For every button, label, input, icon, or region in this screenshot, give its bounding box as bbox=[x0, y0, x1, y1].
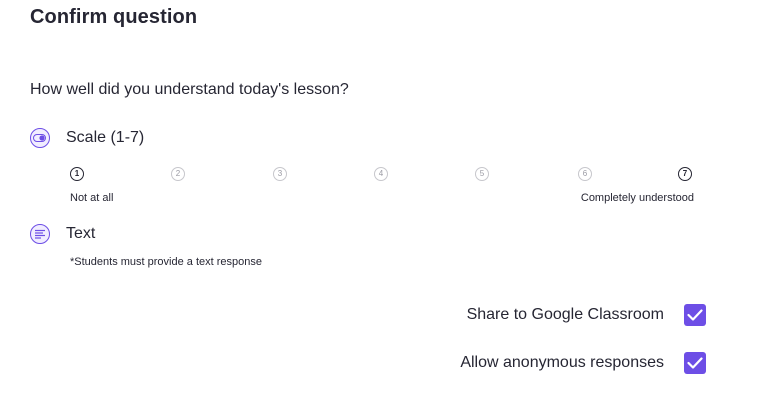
scale-label: Scale (1-7) bbox=[66, 129, 145, 146]
allow-anonymous-checkbox[interactable] bbox=[684, 352, 706, 374]
allow-anonymous-option: Allow anonymous responses bbox=[460, 352, 706, 374]
checkmark-icon bbox=[687, 309, 703, 321]
scale-point-2: 2 bbox=[171, 167, 185, 181]
share-google-classroom-option: Share to Google Classroom bbox=[467, 304, 706, 326]
scale-high-label: Completely understood bbox=[580, 192, 694, 204]
page-title: Confirm question bbox=[30, 6, 198, 28]
question-text: How well did you understand today's less… bbox=[30, 81, 349, 98]
checkmark-icon bbox=[687, 357, 703, 369]
scale-point-5: 5 bbox=[475, 167, 489, 181]
text-lines-icon bbox=[30, 224, 50, 244]
scale-point-6: 6 bbox=[578, 167, 592, 181]
scale-preview: 1 2 3 4 5 6 7 Not at all Completely unde… bbox=[70, 167, 694, 207]
scale-toggle-icon bbox=[30, 128, 50, 148]
scale-point-1: 1 bbox=[70, 167, 84, 181]
text-label: Text bbox=[66, 225, 96, 242]
allow-anonymous-label: Allow anonymous responses bbox=[460, 354, 664, 371]
scale-response-type: Scale (1-7) bbox=[30, 128, 144, 148]
scale-point-3: 3 bbox=[273, 167, 287, 181]
scale-low-label: Not at all bbox=[70, 192, 114, 204]
scale-point-4: 4 bbox=[374, 167, 388, 181]
share-google-classroom-label: Share to Google Classroom bbox=[466, 306, 664, 323]
share-google-classroom-checkbox[interactable] bbox=[684, 304, 706, 326]
scale-point-7: 7 bbox=[678, 167, 692, 181]
text-response-type: Text bbox=[30, 224, 95, 244]
text-response-note: *Students must provide a text response bbox=[70, 256, 262, 268]
